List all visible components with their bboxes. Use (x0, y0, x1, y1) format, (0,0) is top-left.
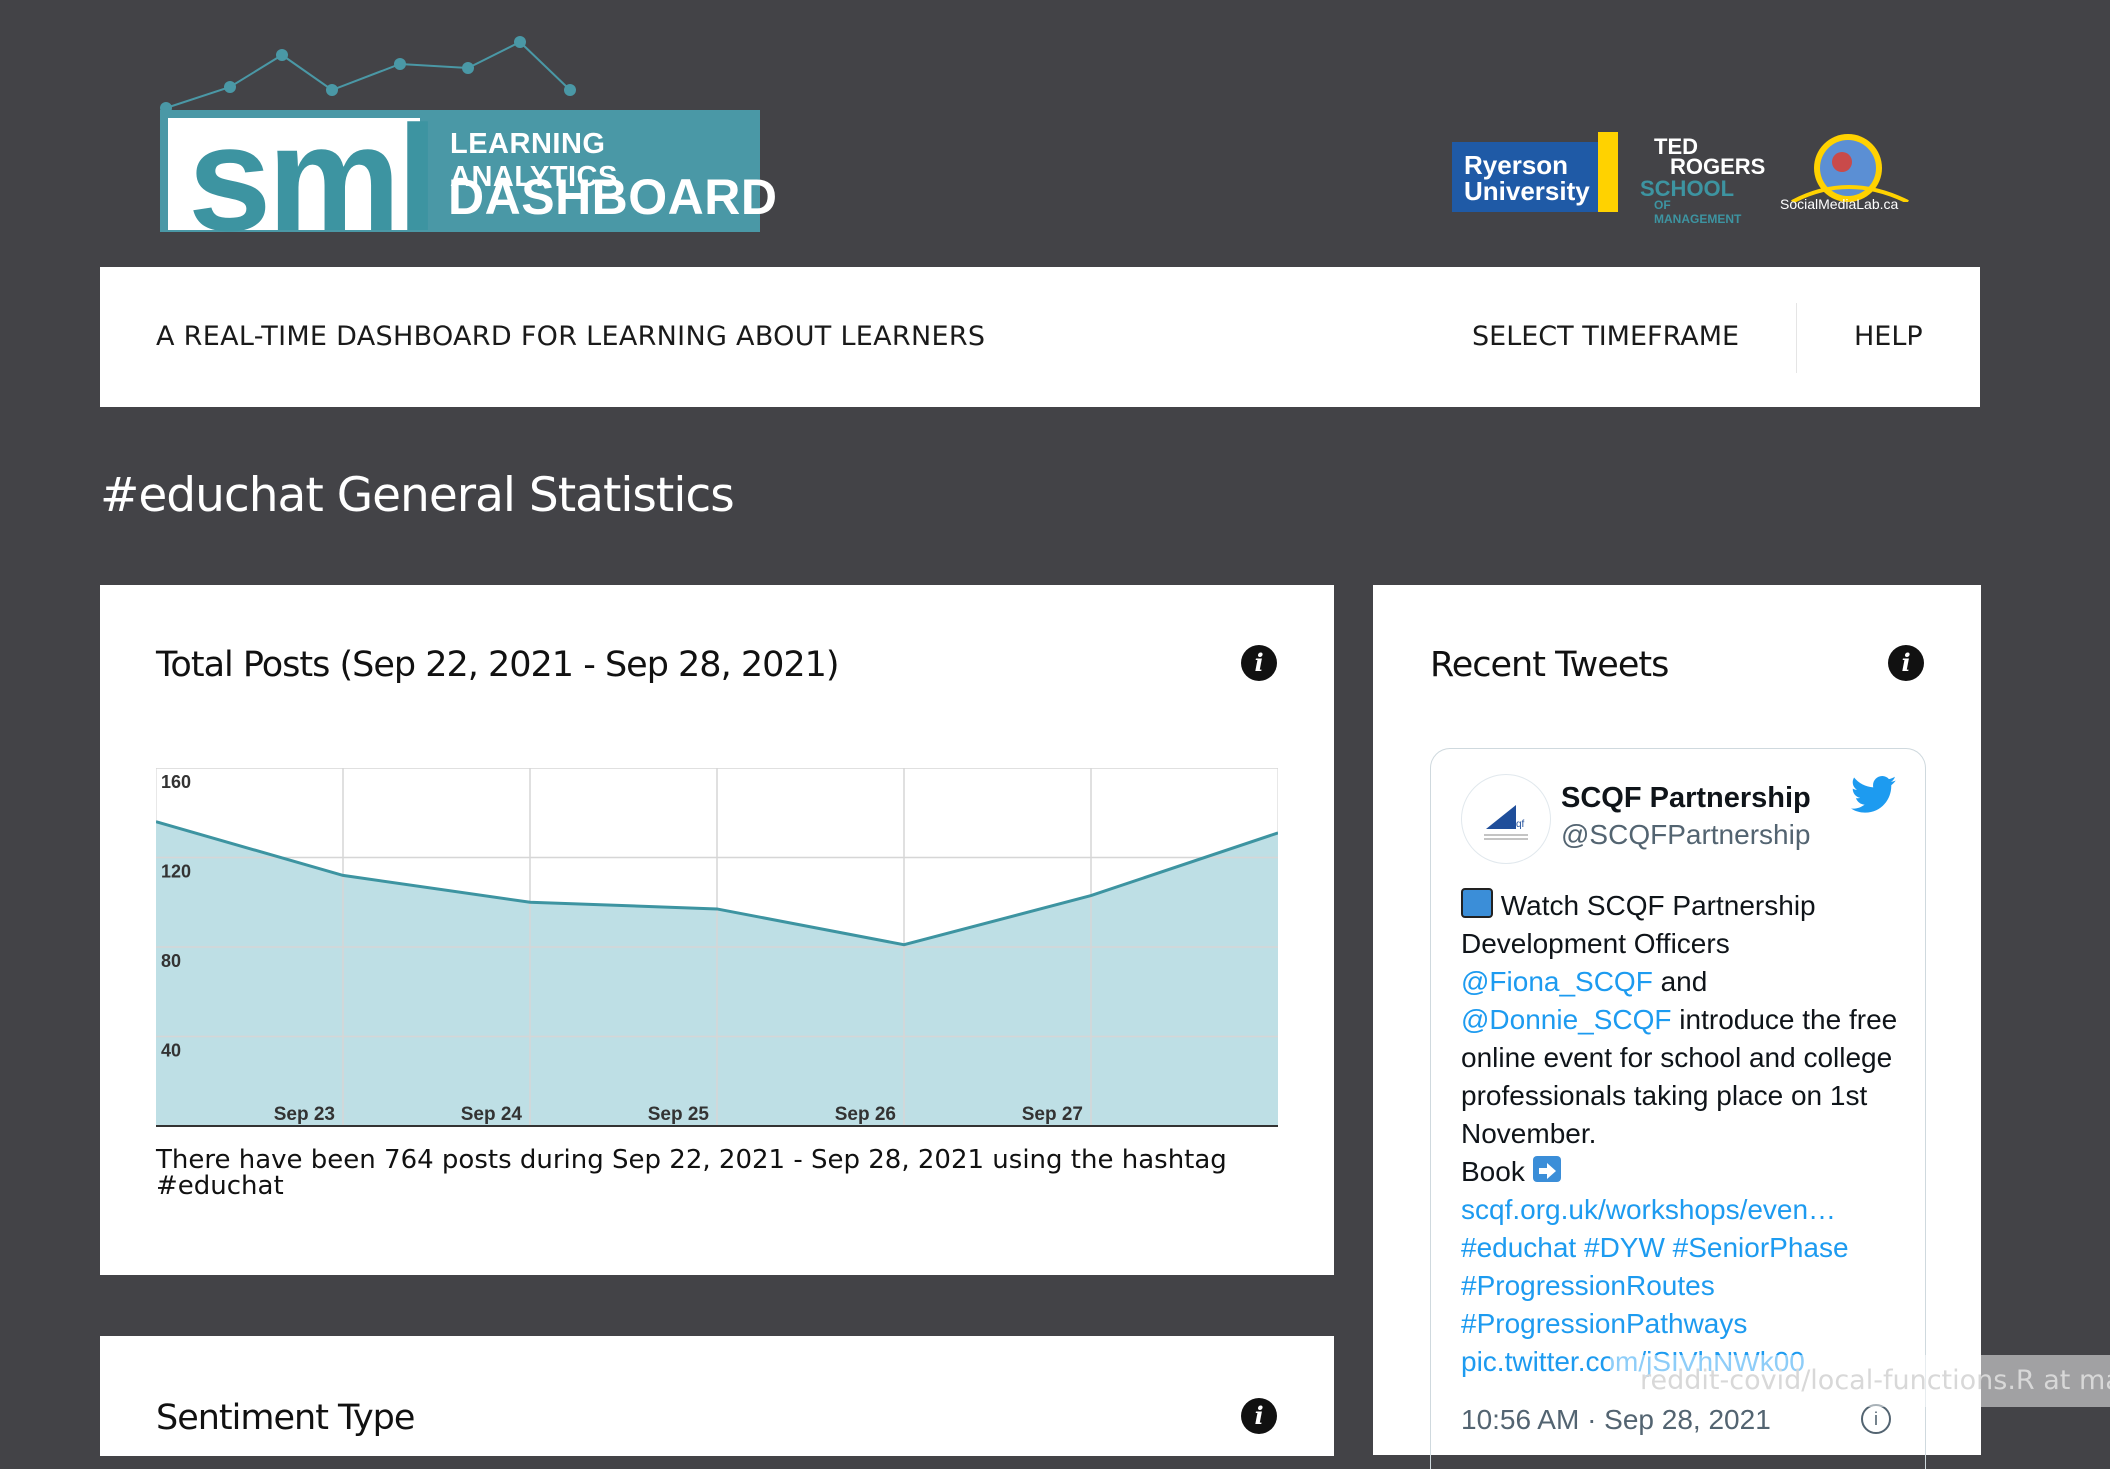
select-timeframe-link[interactable]: SELECT TIMEFRAME (1472, 321, 1739, 352)
scqf-logo-icon: scqf (1462, 775, 1550, 863)
tweet-hashtags[interactable]: #educhat #DYW #SeniorPhase #ProgressionR… (1461, 1232, 1849, 1339)
chart-xtick-label: Sep 25 (648, 1104, 710, 1125)
browser-status-toast: reddit-covid/local-functions.R at mai (1610, 1355, 2110, 1407)
tweet-link[interactable]: scqf.org.uk/workshops/even… (1461, 1194, 1836, 1225)
tweet-author-handle[interactable]: @SCQFPartnership (1561, 819, 1810, 851)
total-posts-title: Total Posts (Sep 22, 2021 - Sep 28, 2021… (156, 645, 839, 685)
tweet-author-name[interactable]: SCQF Partnership (1561, 782, 1811, 815)
arrow-right-emoji-icon (1533, 1156, 1561, 1182)
nav-divider (1796, 303, 1797, 373)
section-title: #educhat General Statistics (100, 468, 734, 523)
total-posts-info-icon[interactable]: i (1241, 645, 1277, 681)
tv-emoji-icon (1461, 888, 1493, 918)
socialmedialab-label: SocialMediaLab.ca (1780, 196, 1898, 212)
tweet-avatar[interactable]: scqf (1461, 774, 1551, 864)
tweet-text-4: Book (1461, 1156, 1533, 1187)
recent-tweets-title: Recent Tweets (1430, 645, 1668, 685)
dashboard-logo: sml LEARNING ANALYTICS DASHBOARD (160, 30, 760, 240)
top-navbar: A REAL-TIME DASHBOARD FOR LEARNING ABOUT… (100, 267, 1980, 407)
logo-line2: DASHBOARD (448, 168, 778, 226)
trsm-logo: TED ROGERS SCHOOL OF MANAGEMENT (1640, 132, 1758, 222)
logo-abbr: sml (188, 92, 434, 265)
sentiment-type-card: Sentiment Type i (100, 1336, 1334, 1456)
total-posts-chart: 40 80 120 160 Sep 23 Sep 24 Sep 25 Sep 26 Sep 27 (156, 768, 1278, 1128)
globe-icon (1790, 132, 1910, 202)
tweet-mention-2[interactable]: @Donnie_SCQF (1461, 1004, 1672, 1035)
sentiment-type-title: Sentiment Type (156, 1398, 414, 1438)
chart-ytick-label: 40 (161, 1041, 181, 1061)
recent-tweets-info-icon[interactable]: i (1888, 645, 1924, 681)
tweet-timestamp[interactable]: 10:56 AM · Sep 28, 2021 (1461, 1404, 1771, 1436)
twitter-bird-icon[interactable] (1851, 775, 1897, 815)
chart-xtick-label: Sep 27 (1022, 1104, 1083, 1125)
ryerson-logo: Ryerson University (1452, 142, 1618, 212)
chart-ytick-label: 120 (161, 862, 191, 882)
total-posts-card: Total Posts (Sep 22, 2021 - Sep 28, 2021… (100, 585, 1334, 1275)
total-posts-caption: There have been 764 posts during Sep 22,… (156, 1147, 1256, 1199)
logo-banner: sml LEARNING ANALYTICS DASHBOARD (160, 110, 760, 232)
trsm-line4: OF MANAGEMENT (1654, 198, 1758, 226)
help-link[interactable]: HELP (1854, 321, 1923, 352)
tweet-info-icon[interactable]: i (1861, 1404, 1891, 1434)
ryerson-line2: University (1464, 176, 1590, 207)
sentiment-info-icon[interactable]: i (1241, 1398, 1277, 1434)
tweet-mention-1[interactable]: @Fiona_SCQF (1461, 966, 1653, 997)
recent-tweets-card: Recent Tweets i scqf SCQF Partnership @S… (1373, 585, 1981, 1455)
nav-tagline: A REAL-TIME DASHBOARD FOR LEARNING ABOUT… (156, 321, 985, 352)
socialmedialab-logo: SocialMediaLab.ca (1770, 132, 1916, 222)
chart-xtick-label: Sep 24 (461, 1104, 523, 1125)
chart-xtick-label: Sep 23 (274, 1104, 335, 1125)
logo-sml-box: sml (168, 118, 420, 230)
avatar-text: scqf (1506, 819, 1525, 830)
tweet-text-2: and (1653, 966, 1708, 997)
chart-xtick-label: Sep 26 (835, 1104, 896, 1125)
tweet-text-1: Watch SCQF Partnership Development Offic… (1461, 890, 1816, 959)
tweet-body: Watch SCQF Partnership Development Offic… (1461, 887, 1911, 1381)
chart-ytick-label: 160 (161, 772, 191, 792)
chart-ytick-label: 80 (161, 951, 181, 971)
